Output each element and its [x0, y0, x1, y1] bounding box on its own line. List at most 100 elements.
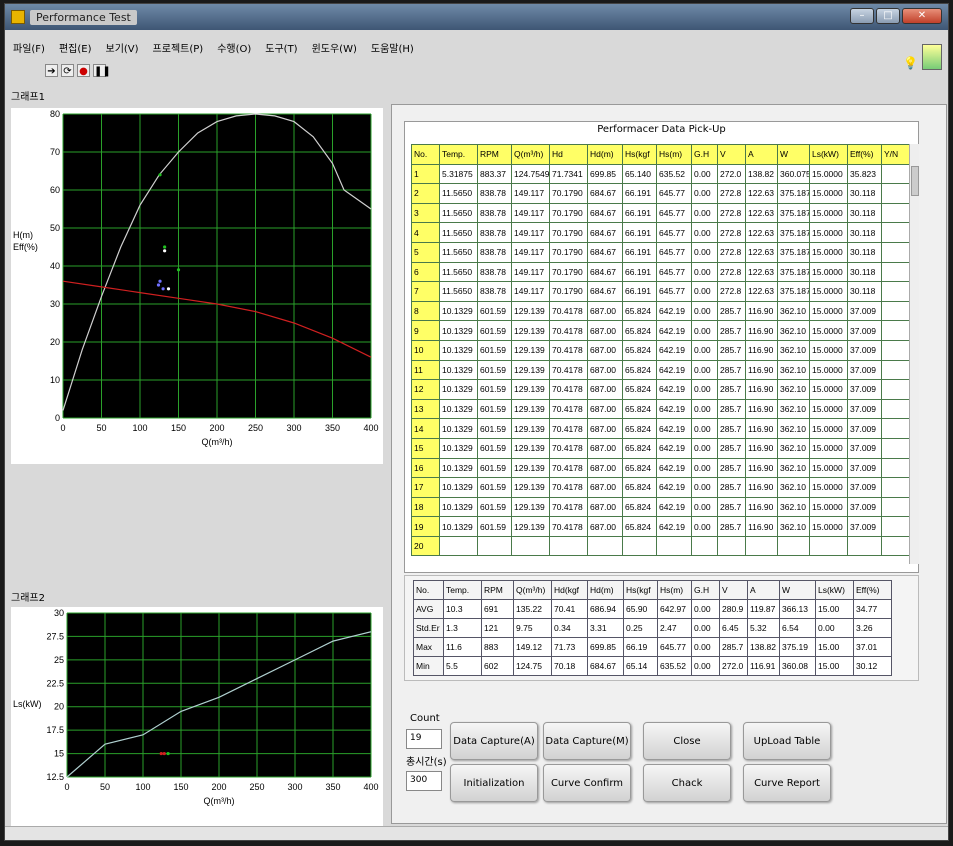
pickup-row-header[interactable]: 12: [411, 379, 440, 400]
pickup-cell[interactable]: 10.1329: [439, 300, 478, 322]
pickup-cell[interactable]: 129.139: [511, 339, 550, 361]
pickup-cell[interactable]: 122.63: [745, 241, 778, 263]
pickup-cell[interactable]: 70.4178: [549, 457, 588, 479]
pickup-row-header[interactable]: 16: [411, 457, 440, 479]
pickup-cell[interactable]: 66.191: [622, 281, 657, 302]
pickup-cell[interactable]: 687.00: [587, 398, 623, 420]
pickup-cell[interactable]: 375.187: [777, 222, 810, 243]
pickup-cell[interactable]: 838.78: [477, 241, 512, 263]
pickup-cell[interactable]: 129.139: [511, 437, 550, 459]
pickup-cell[interactable]: 30.118: [847, 202, 882, 224]
pickup-row[interactable]: 1 5.31875 883.37 124.7549 71.7341 699.85 65.14…: [411, 163, 910, 185]
pickup-row[interactable]: 20: [411, 535, 910, 557]
pickup-cell[interactable]: 65.824: [622, 359, 657, 381]
pickup-cell[interactable]: 122.63: [745, 261, 778, 283]
pickup-cell[interactable]: 362.10: [777, 300, 810, 322]
pickup-cell[interactable]: 838.78: [477, 183, 512, 204]
pickup-cell[interactable]: [622, 535, 657, 557]
pickup-cell[interactable]: 635.52: [656, 163, 692, 185]
pickup-cell[interactable]: 70.4178: [549, 320, 588, 341]
run-arrow-icon[interactable]: ➔: [45, 64, 58, 77]
pickup-cell[interactable]: 11.5650: [439, 222, 478, 243]
chack-button[interactable]: Chack: [643, 764, 731, 802]
pickup-cell[interactable]: 642.19: [656, 477, 692, 498]
pickup-cell[interactable]: 70.4178: [549, 477, 588, 498]
close-button[interactable]: Close: [643, 722, 731, 760]
pickup-cell[interactable]: 116.90: [745, 320, 778, 341]
initialization-button[interactable]: Initialization: [450, 764, 538, 802]
pickup-cell[interactable]: 0.00: [691, 202, 718, 224]
pickup-cell[interactable]: 838.78: [477, 261, 512, 283]
pickup-cell[interactable]: 15.0000: [809, 437, 848, 459]
upload-table-button[interactable]: UpLoad Table: [743, 722, 831, 760]
pickup-row-header[interactable]: 7: [411, 281, 440, 302]
pickup-cell[interactable]: 362.10: [777, 496, 810, 518]
pickup-cell[interactable]: 37.009: [847, 398, 882, 420]
pickup-cell[interactable]: [477, 535, 512, 557]
pickup-cell[interactable]: 30.118: [847, 281, 882, 302]
pickup-cell[interactable]: 684.67: [587, 241, 623, 263]
pickup-cell[interactable]: 116.90: [745, 300, 778, 322]
pickup-cell[interactable]: 272.8: [717, 261, 746, 283]
pickup-row[interactable]: 6 11.5650 838.78 149.117 70.1790 684.67 66.191…: [411, 261, 910, 283]
pickup-cell[interactable]: 37.009: [847, 300, 882, 322]
pickup-cell[interactable]: 37.009: [847, 496, 882, 518]
pickup-cell[interactable]: 687.00: [587, 437, 623, 459]
pickup-row[interactable]: 7 11.5650 838.78 149.117 70.1790 684.67 66.191…: [411, 281, 910, 302]
pickup-cell[interactable]: 129.139: [511, 516, 550, 537]
pickup-cell[interactable]: 642.19: [656, 418, 692, 439]
pickup-cell[interactable]: [809, 535, 848, 557]
pickup-cell[interactable]: 362.10: [777, 359, 810, 381]
pickup-cell[interactable]: 65.824: [622, 379, 657, 400]
pickup-cell[interactable]: 129.139: [511, 300, 550, 322]
pickup-cell[interactable]: 285.7: [717, 457, 746, 479]
pickup-cell[interactable]: [881, 516, 910, 537]
pickup-cell[interactable]: [439, 535, 478, 557]
pickup-cell[interactable]: 37.009: [847, 339, 882, 361]
pickup-cell[interactable]: 116.90: [745, 516, 778, 537]
pickup-row[interactable]: 17 10.1329 601.59 129.139 70.4178 687.00 65.82…: [411, 477, 910, 498]
count-field[interactable]: 19: [406, 729, 442, 749]
pickup-cell[interactable]: 0.00: [691, 418, 718, 439]
pickup-cell[interactable]: 70.1790: [549, 261, 588, 283]
pickup-row-header[interactable]: 18: [411, 496, 440, 518]
pickup-cell[interactable]: 642.19: [656, 379, 692, 400]
pickup-cell[interactable]: 122.63: [745, 222, 778, 243]
pickup-cell[interactable]: 272.8: [717, 222, 746, 243]
pickup-cell[interactable]: 883.37: [477, 163, 512, 185]
pickup-cell[interactable]: 375.187: [777, 202, 810, 224]
pickup-row-header[interactable]: 9: [411, 320, 440, 341]
pickup-cell[interactable]: 601.59: [477, 300, 512, 322]
pickup-cell[interactable]: 65.824: [622, 418, 657, 439]
pickup-cell[interactable]: 149.117: [511, 202, 550, 224]
pickup-cell[interactable]: 66.191: [622, 222, 657, 243]
pickup-cell[interactable]: 0.00: [691, 320, 718, 341]
pickup-cell[interactable]: 37.009: [847, 359, 882, 381]
pickup-cell[interactable]: 149.117: [511, 261, 550, 283]
pickup-cell[interactable]: 0.00: [691, 516, 718, 537]
pickup-cell[interactable]: 129.139: [511, 379, 550, 400]
pickup-row[interactable]: 11 10.1329 601.59 129.139 70.4178 687.00 65.82…: [411, 359, 910, 381]
pickup-row-header[interactable]: 2: [411, 183, 440, 204]
data-capture-a-button[interactable]: Data Capture(A): [450, 722, 538, 760]
pickup-row[interactable]: 16 10.1329 601.59 129.139 70.4178 687.00 65.82…: [411, 457, 910, 479]
pickup-cell[interactable]: 0.00: [691, 496, 718, 518]
pickup-row[interactable]: 10 10.1329 601.59 129.139 70.4178 687.00 65.82…: [411, 339, 910, 361]
pickup-cell[interactable]: 15.0000: [809, 516, 848, 537]
pickup-cell[interactable]: 0.00: [691, 339, 718, 361]
pickup-cell[interactable]: 645.77: [656, 261, 692, 283]
pickup-row-header[interactable]: 15: [411, 437, 440, 459]
pickup-cell[interactable]: 30.118: [847, 183, 882, 204]
pickup-cell[interactable]: 65.824: [622, 457, 657, 479]
pickup-cell[interactable]: 65.824: [622, 496, 657, 518]
pickup-cell[interactable]: 687.00: [587, 379, 623, 400]
pickup-cell[interactable]: 272.0: [717, 163, 746, 185]
pickup-cell[interactable]: [881, 300, 910, 322]
menu-window[interactable]: 윈도우(W): [312, 40, 357, 55]
pickup-cell[interactable]: [881, 535, 910, 557]
pickup-cell[interactable]: [847, 535, 882, 557]
pickup-cell[interactable]: 362.10: [777, 437, 810, 459]
pickup-cell[interactable]: 116.90: [745, 398, 778, 420]
pickup-row[interactable]: 2 11.5650 838.78 149.117 70.1790 684.67 66.191…: [411, 183, 910, 204]
pickup-cell[interactable]: 65.824: [622, 516, 657, 537]
